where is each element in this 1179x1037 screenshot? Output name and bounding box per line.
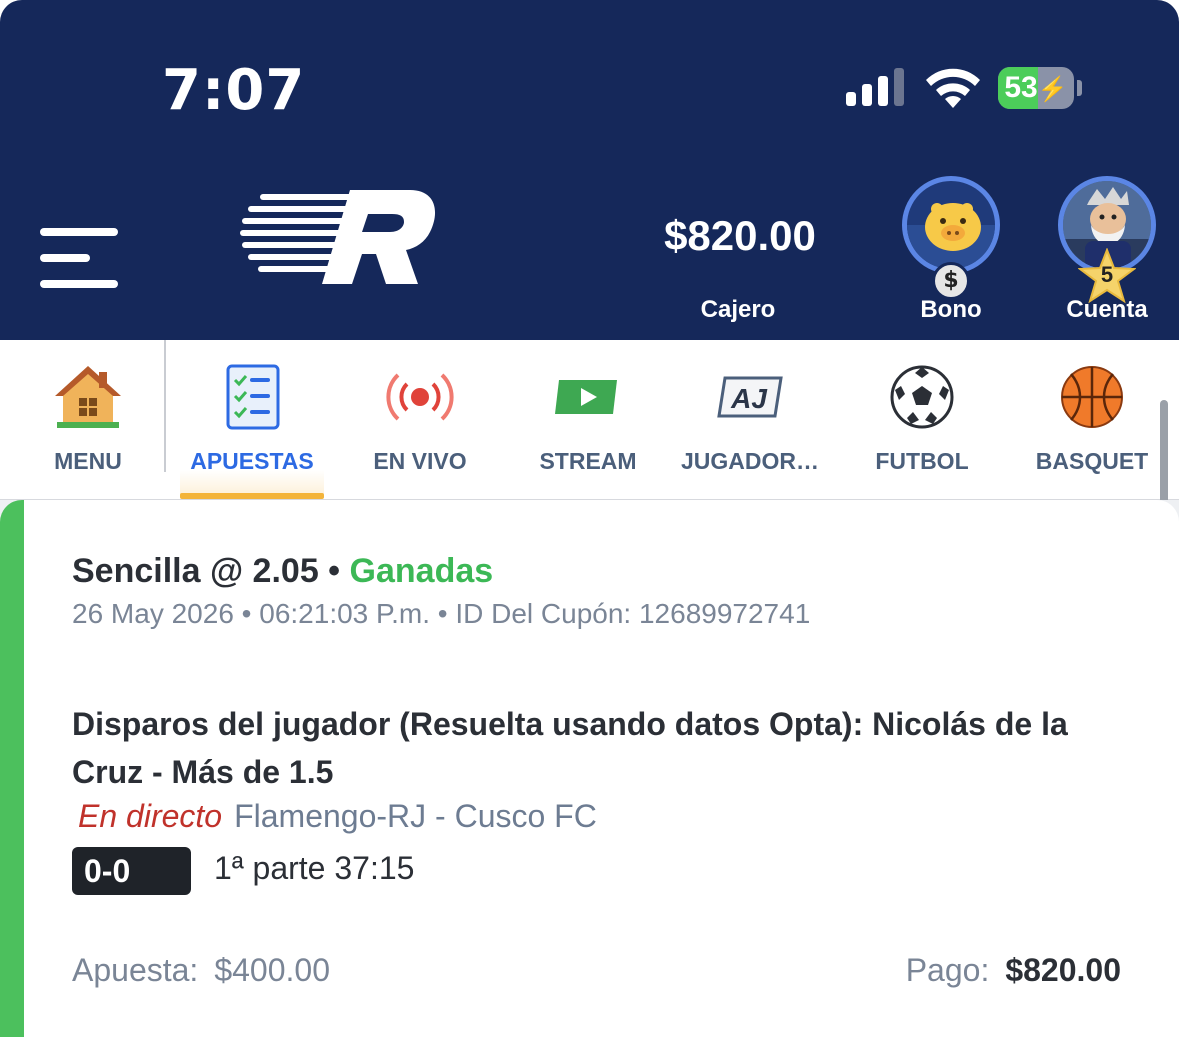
live-label: En directo [78,798,223,834]
bonus-label[interactable]: Bono [892,296,1010,324]
basketball-icon [1061,366,1123,428]
score-badge: 0-0 [72,847,191,895]
nav-label-menu: MENU [54,448,122,474]
checklist-icon [226,364,280,430]
nav-item-basquet[interactable]: BASQUET [1022,340,1162,500]
svg-text:AJ: AJ [730,383,768,414]
nav-item-menu[interactable]: MENU [18,340,158,500]
bet-market: Disparos del jugador (Resuelta usando da… [72,706,1068,790]
payout-row: Pago: $820.00 [906,952,1121,989]
nav-item-stream[interactable]: STREAM [518,340,658,500]
battery-icon: 53⚡ [998,67,1074,109]
stake-amount: $400.00 [214,952,330,988]
payout-label: Pago: [905,952,990,988]
bet-type: Sencilla @ 2.05 [72,552,319,590]
status-time: 7:07 [162,58,306,123]
match-period: 1ª parte 37:15 [214,850,415,886]
active-tab-indicator [180,493,324,499]
dollar-coin-icon: $ [932,262,970,300]
house-icon [55,366,121,428]
player-aj-icon: AJ [717,376,783,418]
nav-label-basquet: BASQUET [1035,448,1149,474]
bet-meta: 26 May 2026 • 06:21:03 P.m. • ID Del Cup… [72,598,811,629]
nav-item-en-vivo[interactable]: EN VIVO [350,340,490,500]
nav-label-stream: STREAM [539,448,637,474]
bet-separator: • [318,552,350,590]
app-header: 7:07 53⚡ $820.00 Cajero $ Bono 5 Cuenta [0,0,1179,340]
cellular-signal-icon [846,68,904,106]
play-video-icon [555,380,617,414]
battery-tip [1077,80,1082,96]
nav-label-futbol: FUTBOL [875,448,969,474]
stake-label: Apuesta: [72,952,199,988]
active-tab-glow [180,470,324,494]
account-level: 5 [1100,262,1114,287]
bonus-button[interactable] [902,176,1000,274]
nav-divider [164,340,166,472]
nav-label-jugador: JUGADOR… [680,448,819,474]
bet-status: Ganadas [349,552,494,590]
live-broadcast-icon [386,373,454,421]
balance-amount[interactable]: $820.00 [640,212,840,260]
wifi-icon [926,68,980,108]
nav-label-en-vivo: EN VIVO [373,448,467,474]
event-name[interactable]: Flamengo-RJ - Cusco FC [234,798,597,834]
account-label[interactable]: Cuenta [1050,296,1164,324]
brand-logo [240,190,436,284]
payout-amount: $820.00 [1005,952,1121,988]
soccer-ball-icon [890,365,954,429]
hamburger-menu-button[interactable] [40,228,120,292]
cashier-label[interactable]: Cajero [668,296,808,324]
nav-item-jugador[interactable]: AJ JUGADOR… [680,340,820,500]
nav-item-futbol[interactable]: FUTBOL [852,340,992,500]
piggy-bank-icon [907,203,995,269]
battery-percent: 53⚡ [1004,71,1068,104]
stake-row: Apuesta: $400.00 [72,952,330,989]
event-line: En directo Flamengo-RJ - Cusco FC [78,798,597,835]
bet-header: Sencilla @ 2.05 • Ganadas [72,552,493,591]
category-nav: MENU APUESTAS EN VIVO STREAM AJ JUGADOR…… [0,340,1179,500]
